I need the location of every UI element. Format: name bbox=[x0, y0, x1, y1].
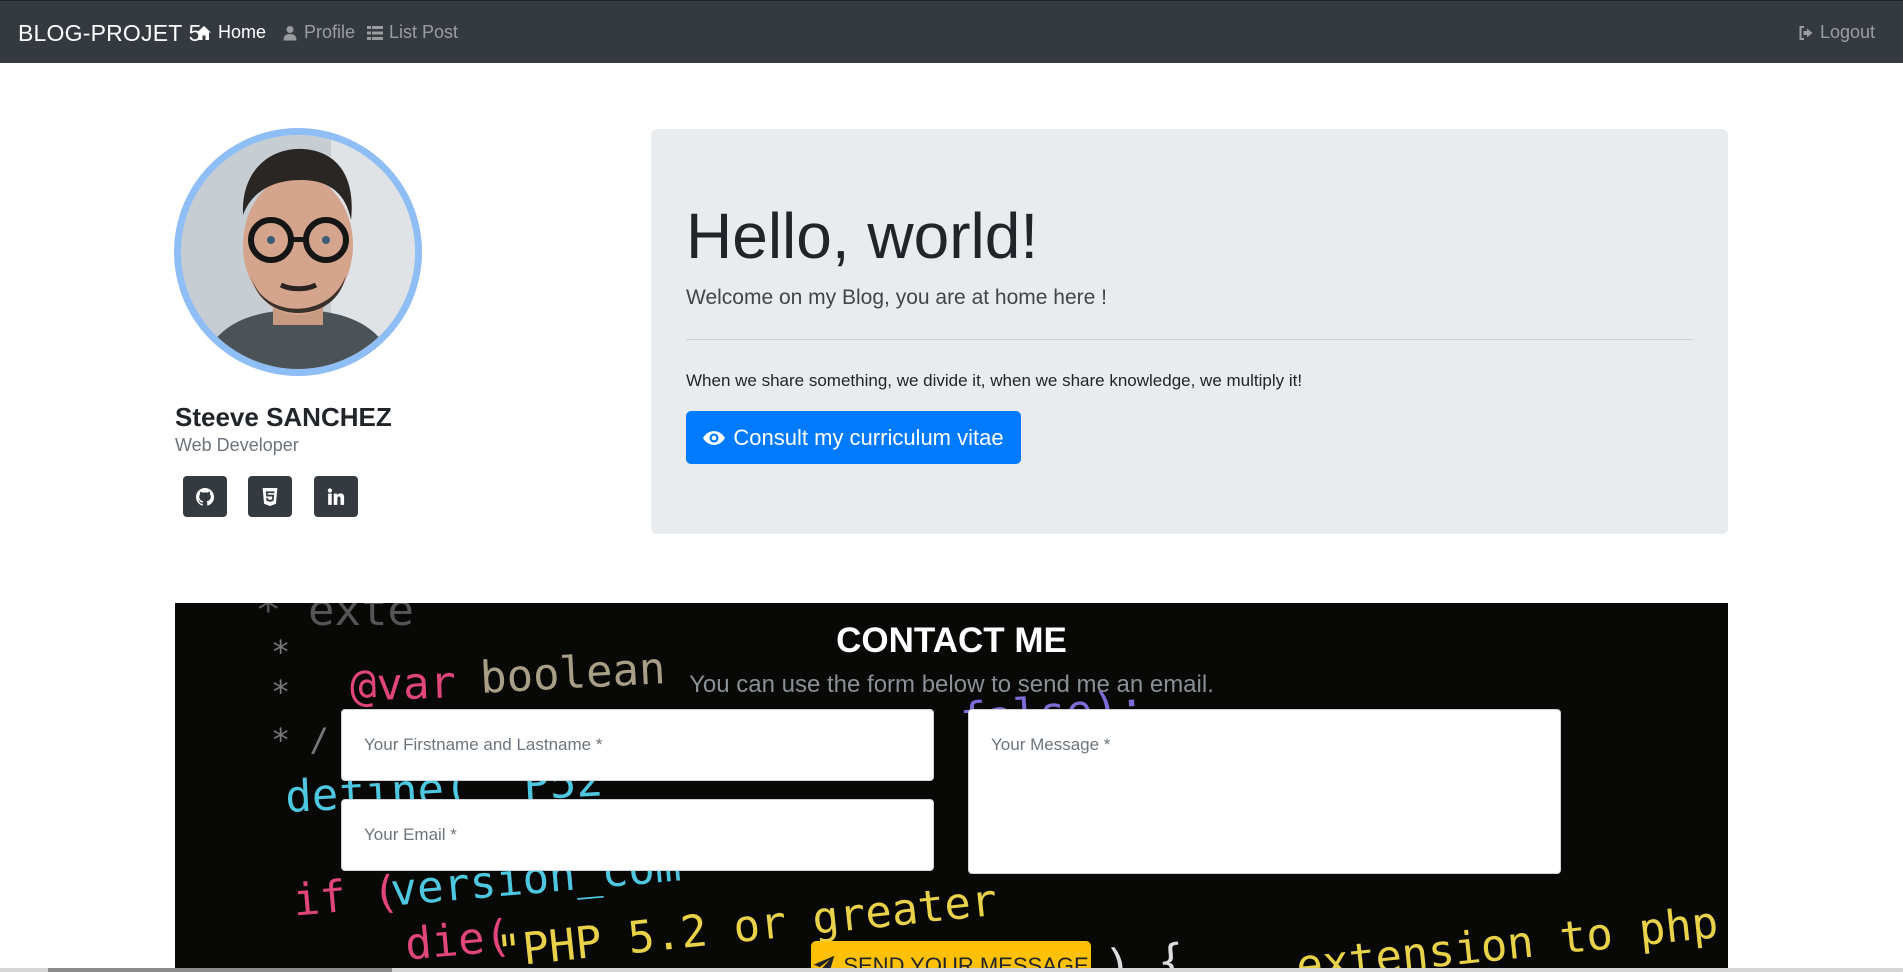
nav-item-label: List Post bbox=[389, 22, 459, 42]
horizontal-scrollbar[interactable] bbox=[0, 968, 1903, 972]
nav-item-list-post[interactable]: List Post bbox=[367, 22, 458, 43]
html5-link[interactable] bbox=[248, 476, 292, 517]
nav-item-profile[interactable]: Profile bbox=[282, 22, 355, 43]
user-icon bbox=[283, 25, 297, 40]
divider bbox=[686, 339, 1693, 340]
profile-photo bbox=[181, 135, 415, 369]
nav-item-label: Profile bbox=[304, 22, 356, 42]
contact-section: * exte * * @var boolean * / false); defi… bbox=[175, 603, 1728, 972]
name-placeholder: Your Firstname and Lastname * bbox=[364, 735, 603, 754]
avatar bbox=[181, 135, 415, 369]
jumbotron-title: Hello, world! bbox=[686, 200, 1039, 272]
jumbotron-text: When we share something, we divide it, w… bbox=[686, 371, 1303, 390]
list-icon bbox=[367, 25, 383, 40]
jumbotron-lead: Welcome on my Blog, you are at home here… bbox=[686, 286, 1107, 309]
avatar-border bbox=[174, 128, 422, 376]
html5-icon bbox=[262, 487, 278, 506]
nav-item-home[interactable]: Home bbox=[196, 22, 266, 43]
contact-title: CONTACT ME bbox=[836, 621, 1067, 660]
email-placeholder: Your Email * bbox=[364, 825, 457, 844]
message-placeholder: Your Message * bbox=[991, 735, 1111, 754]
github-link[interactable] bbox=[183, 476, 227, 517]
consult-cv-button[interactable]: Consult my curriculum vitae bbox=[686, 411, 1021, 464]
jumbotron: Hello, world! Welcome on my Blog, you ar… bbox=[651, 129, 1728, 534]
navbar-brand[interactable]: BLOG-PROJET 5 bbox=[18, 20, 202, 47]
nav-item-label: Home bbox=[218, 22, 267, 42]
name-input[interactable]: Your Firstname and Lastname * bbox=[341, 709, 934, 781]
linkedin-link[interactable] bbox=[314, 476, 358, 517]
consult-cv-label: Consult my curriculum vitae bbox=[733, 424, 1004, 450]
contact-subtitle: You can use the form below to send me an… bbox=[689, 671, 1214, 698]
message-textarea[interactable]: Your Message * bbox=[968, 709, 1561, 874]
home-icon bbox=[197, 25, 211, 40]
navbar: BLOG-PROJET 5 Home Profile List Post Log… bbox=[0, 0, 1903, 63]
scrollbar-thumb[interactable] bbox=[48, 968, 392, 972]
profile-name: Steeve SANCHEZ bbox=[175, 402, 392, 432]
linkedin-icon bbox=[327, 487, 345, 505]
profile-role: Web Developer bbox=[175, 435, 299, 455]
nav-item-logout[interactable]: Logout bbox=[1798, 22, 1875, 43]
github-icon bbox=[196, 487, 214, 506]
eye-icon bbox=[703, 430, 726, 445]
email-input[interactable]: Your Email * bbox=[341, 799, 934, 871]
nav-item-label: Logout bbox=[1820, 22, 1876, 42]
sign-out-icon bbox=[1799, 25, 1813, 40]
